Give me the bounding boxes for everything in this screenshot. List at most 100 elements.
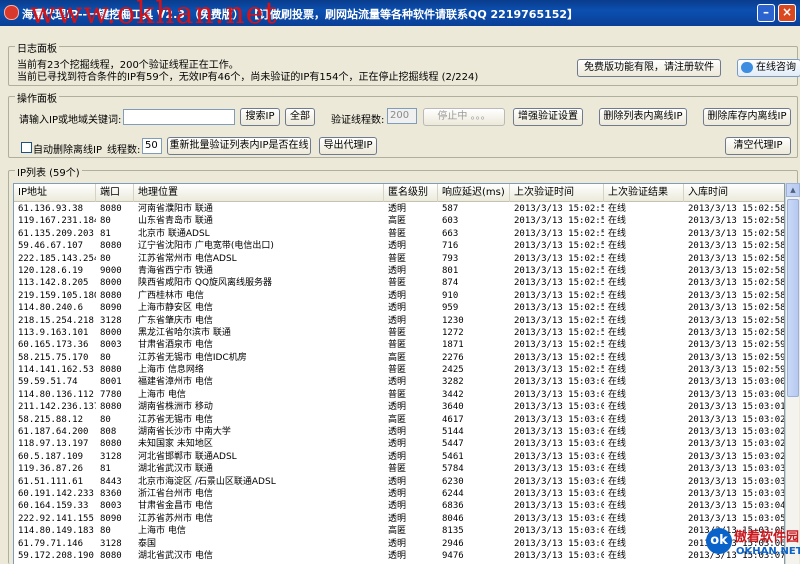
cell-last-verify-result: 在线 [608, 501, 627, 512]
cell-port: 81 [100, 464, 111, 475]
cell-anonymity: 透明 [388, 241, 407, 252]
cell-last-verify-time: 2013/3/13 15:02:59 [514, 365, 604, 376]
table-row[interactable]: 218.15.254.218 3128 广东省肇庆市 电信 透明 1230 2013/3/… [14, 315, 784, 327]
col-port[interactable]: 端口 [96, 184, 134, 202]
cell-latency: 5144 [442, 427, 464, 438]
cell-ip: 61.51.111.61 [18, 476, 84, 487]
verify-threads-input[interactable]: 200 [387, 108, 417, 124]
col-last-verify-result[interactable]: 上次验证结果 [604, 184, 684, 202]
table-row[interactable]: 120.128.6.19 9000 青海省西宁市 铁通 透明 801 2013/3/13 … [14, 265, 784, 277]
table-row[interactable]: 119.36.87.26 81 湖北省武汉市 联通 普匿 5784 2013/3/13 1… [14, 463, 784, 475]
scroll-up-arrow-icon[interactable]: ▲ [786, 183, 800, 197]
cell-last-verify-time: 2013/3/13 15:02:59 [514, 352, 604, 363]
cell-last-verify-result: 在线 [608, 402, 627, 413]
log-line-2: 当前已寻找到符合条件的IP有59个，无效IP有46个，尚未验证的IP有154个，… [17, 72, 479, 83]
threads-input[interactable]: 50 [142, 138, 162, 154]
table-row[interactable]: 61.136.93.38 8080 河南省濮阳市 联通 透明 587 2013/3/13 … [14, 203, 784, 215]
cell-port: 3128 [100, 451, 122, 462]
cell-last-verify-time: 2013/3/13 15:03:02 [514, 427, 604, 438]
delete-list-offline-button[interactable]: 删除列表内离线IP [599, 108, 687, 126]
table-row[interactable]: 114.80.136.112 7780 上海市 电信 普匿 3442 2013/3/13 … [14, 389, 784, 401]
table-row[interactable]: 58.215.88.12 80 江苏省无锡市 电信 高匿 4617 2013/3/13 1… [14, 414, 784, 426]
cell-anonymity: 透明 [388, 402, 407, 413]
col-location[interactable]: 地理位置 [134, 184, 384, 202]
table-row[interactable]: 58.215.75.170 80 江苏省无锡市 电信IDC机房 高匿 2276 2013/… [14, 352, 784, 364]
reverify-button[interactable]: 重新批量验证列表内IP是否在线 [167, 137, 311, 155]
table-row[interactable]: 60.191.142.233 8360 浙江省台州市 电信 透明 6244 2013/3/… [14, 488, 784, 500]
delete-db-offline-button[interactable]: 删除库存内离线IP [703, 108, 791, 126]
cell-last-verify-time: 2013/3/13 15:02:58 [514, 265, 604, 276]
table-row[interactable]: 61.51.111.61 8443 北京市海淀区 /石景山区联通ADSL 透明 6230… [14, 476, 784, 488]
table-row[interactable]: 219.159.105.180 8080 广西桂林市 电信 透明 910 2013/3/1… [14, 290, 784, 302]
auto-delete-checkbox[interactable] [21, 142, 32, 153]
col-stored-time[interactable]: 入库时间 [684, 184, 784, 202]
table-row[interactable]: 60.165.173.36 8003 甘肃省酒泉市 电信 普匿 1871 2013/3/1… [14, 339, 784, 351]
cell-latency: 1272 [442, 327, 464, 338]
table-row[interactable]: 114.80.149.183 80 上海市 电信 高匿 8135 2013/3/13 15… [14, 525, 784, 537]
cell-ip: 114.80.240.6 [18, 303, 84, 314]
cell-location: 北京市 联通ADSL [138, 228, 210, 239]
cell-location: 黑龙江省哈尔滨市 联通 [138, 327, 231, 338]
cell-port: 8090 [100, 303, 122, 314]
col-last-verify-time[interactable]: 上次验证时间 [510, 184, 604, 202]
cell-ip: 61.187.64.200 [18, 427, 89, 438]
col-anonymity[interactable]: 匿名级别 [384, 184, 438, 202]
keyword-input[interactable] [123, 109, 235, 125]
cell-ip: 114.80.136.112 [18, 389, 94, 400]
table-row[interactable]: 61.187.64.200 808 湖南省长沙市 中南大学 透明 5144 2013/3/… [14, 426, 784, 438]
table-row[interactable]: 222.92.141.155 8090 江苏省苏州市 电信 透明 8046 2013/3/… [14, 513, 784, 525]
cell-port: 3128 [100, 538, 122, 549]
cell-latency: 587 [442, 204, 459, 214]
table-row[interactable]: 119.167.231.184 80 山东省青岛市 联通 高匿 603 2013/3/13… [14, 215, 784, 227]
table-row[interactable]: 59.172.208.190 8080 湖北省武汉市 电信 透明 9476 2013/3/… [14, 550, 784, 562]
cell-ip: 59.172.208.190 [18, 550, 94, 561]
table-body: 61.136.93.38 8080 河南省濮阳市 联通 透明 587 2013/3/13 … [14, 203, 785, 562]
cell-latency: 1871 [442, 340, 464, 351]
clear-proxy-button[interactable]: 清空代理IP [725, 137, 791, 155]
cell-latency: 801 [442, 265, 459, 276]
cell-anonymity: 普匿 [388, 327, 407, 338]
table-row[interactable]: 113.142.8.205 8000 陕西省咸阳市 QQ旋风离线服务器 普匿 874 20… [14, 277, 784, 289]
table-row[interactable]: 114.141.162.53 8080 上海市 信息网络 普匿 2425 2013/3/1… [14, 364, 784, 376]
table-row[interactable]: 118.97.13.197 8080 未知国家 未知地区 透明 5447 2013/3/1… [14, 438, 785, 450]
cell-last-verify-result: 在线 [608, 327, 627, 338]
table-row[interactable]: 211.142.236.137 8080 湖南省株洲市 移动 透明 3640 2013/3… [14, 401, 784, 413]
cell-latency: 3640 [442, 402, 464, 413]
table-scrollbar[interactable]: ▲ [785, 183, 800, 564]
minimize-button[interactable]: – [757, 4, 775, 22]
online-consult-button[interactable]: 在线咨询 [737, 59, 800, 77]
cell-latency: 2946 [442, 538, 464, 549]
cell-stored-time: 2013/3/13 15:03:02 [688, 439, 785, 450]
cell-anonymity: 高匿 [388, 414, 407, 425]
table-row[interactable]: 60.5.187.109 3128 河北省邯郸市 联通ADSL 透明 5461 2013/… [14, 451, 784, 463]
table-row[interactable]: 60.164.159.33 8003 甘肃省金昌市 电信 透明 6836 2013/3/1… [14, 500, 784, 512]
col-latency[interactable]: 响应延迟(ms) [438, 184, 510, 202]
table-row[interactable]: 59.46.67.107 8080 辽宁省沈阳市 广电宽带(电信出口) 透明 716 20… [14, 240, 784, 252]
cell-location: 湖南省长沙市 中南大学 [138, 427, 231, 438]
table-row[interactable]: 61.79.71.146 3128 泰国 透明 2946 2013/3/13 15:03:… [14, 538, 784, 550]
register-button[interactable]: 免费版功能有限，请注册软件 [577, 59, 721, 77]
table-row[interactable]: 61.135.209.203 81 北京市 联通ADSL 普匿 663 2013/3/13… [14, 228, 784, 240]
cell-latency: 5784 [442, 464, 464, 475]
cell-location: 甘肃省金昌市 电信 [138, 501, 213, 512]
close-button[interactable]: × [778, 4, 796, 22]
export-proxy-button[interactable]: 导出代理IP [319, 137, 377, 155]
ip-table[interactable]: IP地址 端口 地理位置 匿名级别 响应延迟(ms) 上次验证时间 上次验证结果… [13, 183, 785, 564]
keyword-label: 请输入IP或地域关键词: [19, 115, 122, 126]
table-row[interactable]: 114.80.240.6 8090 上海市静安区 电信 透明 959 2013/3/13 … [14, 302, 784, 314]
all-button[interactable]: 全部 [285, 108, 315, 126]
stop-button[interactable]: 停止中 。。。 [423, 108, 505, 126]
col-ip[interactable]: IP地址 [14, 184, 96, 202]
cell-latency: 959 [442, 303, 459, 314]
search-ip-button[interactable]: 搜索IP [240, 108, 280, 126]
table-row[interactable]: 222.185.143.254 80 江苏省常州市 电信ADSL 普匿 793 2013/… [14, 253, 784, 265]
cell-last-verify-time: 2013/3/13 15:03:03 [514, 488, 604, 499]
enhance-verify-button[interactable]: 增强验证设置 [513, 108, 583, 126]
cell-anonymity: 透明 [388, 550, 407, 561]
scroll-thumb[interactable] [787, 199, 799, 397]
cell-location: 福建省漳州市 电信 [138, 377, 213, 388]
table-row[interactable]: 59.59.51.74 8001 福建省漳州市 电信 透明 3282 2013/3/13 … [14, 376, 784, 388]
cell-anonymity: 普匿 [388, 389, 407, 400]
cell-location: 河北省邯郸市 联通ADSL [138, 451, 237, 462]
table-row[interactable]: 113.9.163.101 8000 黑龙江省哈尔滨市 联通 普匿 1272 2013/3… [14, 327, 784, 339]
